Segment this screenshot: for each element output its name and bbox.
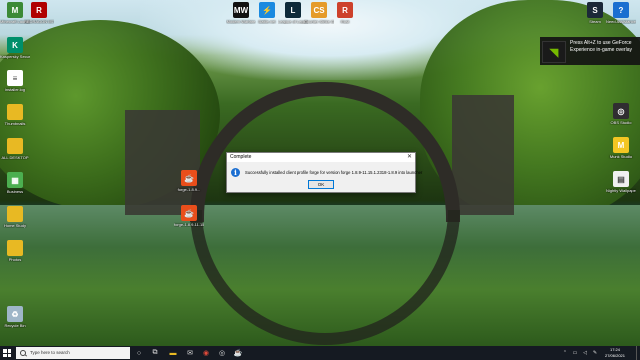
rust-icon: R: [337, 2, 353, 18]
need-assistance-icon: ?: [613, 2, 629, 18]
cortana-icon[interactable]: ○: [134, 348, 144, 358]
info-icon: i: [231, 168, 240, 177]
java-taskbar-icon[interactable]: ☕: [233, 348, 243, 358]
desktop-icon-forge-1-8-9-11-15[interactable]: ☕forge-1.8.9-11.15...: [174, 205, 204, 227]
desktop-icon-label: installer.log: [4, 87, 25, 92]
obs-taskbar-icon[interactable]: ◎: [217, 348, 227, 358]
minecraft-launcher-icon: M: [7, 2, 23, 18]
close-icon[interactable]: ✕: [407, 153, 412, 162]
geforce-overlay-toast[interactable]: ◥ Press Alt+Z to use GeForce Experience …: [540, 37, 640, 65]
taskbar: Type here to search ○ ⧉ ▬ ✉ ◉ ◎ ☕ ⌃ ▭ ◁ …: [0, 346, 640, 360]
desktop-icon-label: forge-1.8.9...: [177, 187, 201, 192]
desktop-icon-label: Rust: [340, 19, 350, 24]
complete-dialog: Complete ✕ i Successfully installed clie…: [226, 152, 422, 193]
network-icon[interactable]: ▭: [570, 348, 580, 358]
dialog-titlebar[interactable]: Complete ✕: [227, 153, 415, 162]
desktop-icon-nightly-wallpaper[interactable]: ▤ Nightly Wallpaper: [606, 171, 636, 193]
photos-icon: [7, 240, 23, 256]
desktop-icon-home-study[interactable]: Home Study: [0, 206, 30, 228]
show-desktop-button[interactable]: [636, 346, 640, 360]
ok-button[interactable]: OK: [308, 180, 334, 189]
clock-date: 27/06/2021: [604, 353, 626, 358]
counter-strike-global-offe-icon: CS: [311, 2, 327, 18]
taskbar-clock[interactable]: 17:24 27/06/2021: [602, 347, 628, 359]
desktop-icon-rust[interactable]: R Rust: [330, 2, 360, 24]
redragon-m711-icon: R: [31, 2, 47, 18]
desktop-icon-forge-1-8-9[interactable]: ☕ forge-1.8.9...: [174, 170, 204, 192]
task-view-icon[interactable]: ⧉: [150, 348, 160, 358]
desktop-icon-label: forge-1.8.9-11.15...: [174, 222, 204, 227]
home-study-icon: [7, 206, 23, 222]
dialog-message: Successfully installed client profile fo…: [245, 170, 423, 175]
desktop-icon-recycle-bin[interactable]: ♻ Recycle Bin: [0, 306, 30, 328]
toast-text: Press Alt+Z to use GeForce Experience in…: [570, 40, 632, 53]
chrome-icon[interactable]: ◉: [201, 348, 211, 358]
mail-icon[interactable]: ✉: [185, 348, 195, 358]
desktop-icon-business[interactable]: ▦ Business: [0, 172, 30, 194]
munk-studio-icon: M: [613, 137, 629, 153]
desktop-icon-obs-studio[interactable]: ◎ OBS Studio: [606, 103, 636, 125]
desktop-icon-redragon-m711[interactable]: RREDRAGON M711: [24, 2, 54, 24]
business-icon: ▦: [7, 172, 23, 188]
desktop-icon-label: Need Assistance?: [606, 19, 636, 24]
tray-chevron-icon[interactable]: ⌃: [560, 348, 570, 358]
desktop-icon-all-desktop[interactable]: ALL DESKTOP: [0, 138, 30, 160]
forge-1-8-9-icon: ☕: [181, 170, 197, 186]
nightly-wallpaper-icon: ▤: [613, 171, 629, 187]
desktop-icon-label: Nightly Wallpaper: [606, 188, 636, 193]
obs-studio-icon: ◎: [613, 103, 629, 119]
desktop-icon-label: Thumbnails: [4, 121, 26, 126]
desktop-icon-thumbnails[interactable]: Thumbnails: [0, 104, 30, 126]
installer-log-icon: ≡: [7, 70, 23, 86]
desktop-icon-label: Home Study: [3, 223, 26, 228]
dialog-title: Complete: [230, 154, 252, 160]
recycle-bin-icon: ♻: [7, 306, 23, 322]
desktop-icon-label: ALL DESKTOP: [1, 155, 29, 160]
kaspersky-security-icon: K: [7, 37, 23, 53]
desktop-icon-label: Recycle Bin: [4, 323, 26, 328]
desktop-icon-need-assistance[interactable]: ? Need Assistance?: [606, 2, 636, 24]
thumbnails-icon: [7, 104, 23, 120]
desktop-icon-label: OBS Studio: [610, 120, 632, 125]
desktop-icon-installer-log[interactable]: ≡ installer.log: [0, 70, 30, 92]
forge-1-8-9-11-15-icon: ☕: [181, 205, 197, 221]
all-desktop-icon: [7, 138, 23, 154]
steam-icon: S: [587, 2, 603, 18]
search-icon: [20, 350, 26, 356]
desktop-icon-photos[interactable]: Photos: [0, 240, 30, 262]
language-icon[interactable]: ✎: [590, 348, 600, 358]
desktop-icon-label: REDRAGON M711: [24, 19, 54, 24]
modern-warfare-icon: MW: [233, 2, 249, 18]
search-placeholder: Type here to search: [30, 350, 70, 355]
desktop-icon-munk-studio[interactable]: M Munk Studio: [606, 137, 636, 159]
league-of-legends-icon: L: [285, 2, 301, 18]
taskbar-search-box[interactable]: Type here to search: [16, 347, 130, 359]
desktop-icon-label: Munk Studio: [609, 154, 633, 159]
volume-icon[interactable]: ◁: [580, 348, 590, 358]
start-button[interactable]: [3, 349, 11, 357]
desktop-icon-label: Kaspersky Security...: [0, 54, 30, 59]
desktop-icon-label: Photos: [8, 257, 22, 262]
desktop-icon-kaspersky-security[interactable]: KKaspersky Security...: [0, 37, 30, 59]
battle-net-icon: ⚡: [259, 2, 275, 18]
nvidia-icon: ◥: [542, 41, 566, 63]
file-explorer-icon[interactable]: ▬: [168, 348, 178, 358]
desktop-icon-label: Business: [6, 189, 24, 194]
